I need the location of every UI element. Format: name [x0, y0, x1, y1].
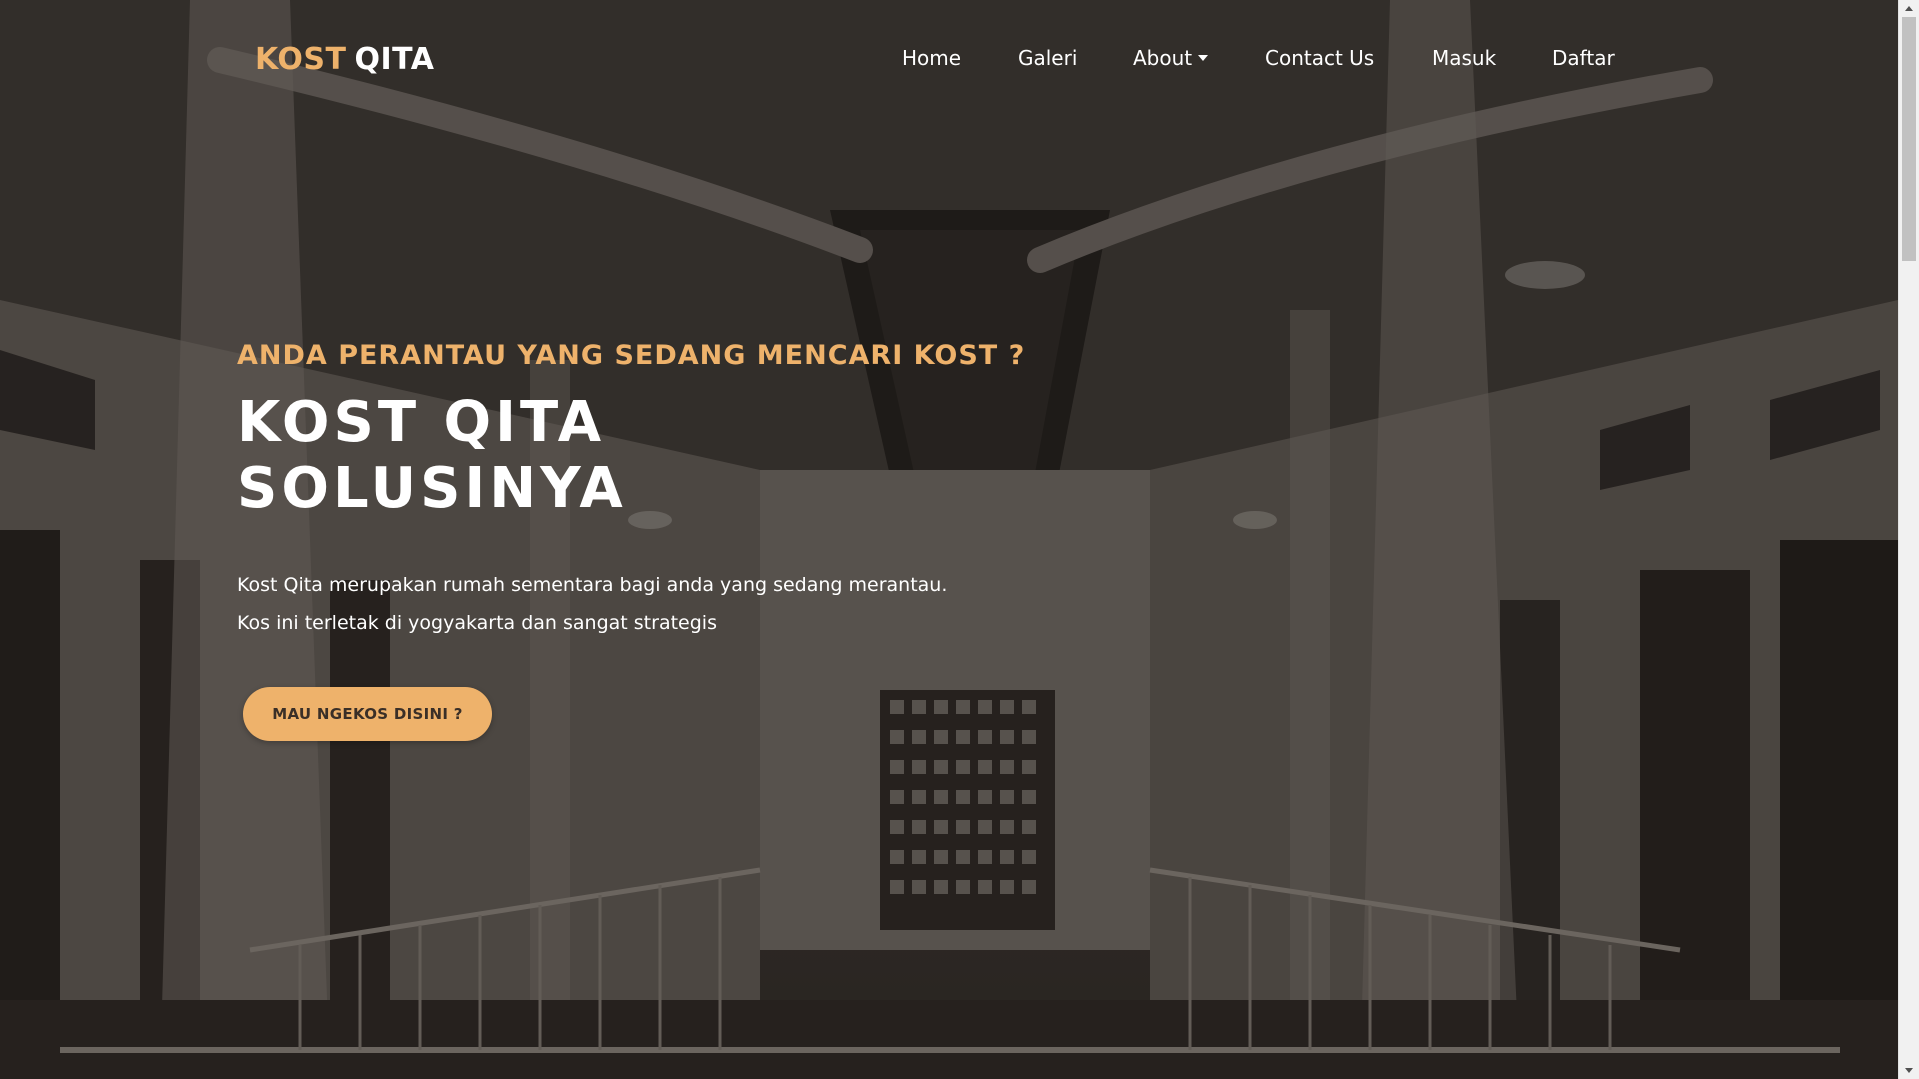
- page: KOST QITA Home Galeri About Contact Us Ma…: [0, 0, 1919, 1079]
- hero-kicker: ANDA PERANTAU YANG SEDANG MENCARI KOST ?: [237, 340, 1026, 371]
- scroll-down-button[interactable]: [1899, 1062, 1919, 1079]
- nav-link-home[interactable]: Home: [902, 46, 961, 70]
- hero-title-line-2: SOLUSINYA: [237, 456, 627, 521]
- hero-content: ANDA PERANTAU YANG SEDANG MENCARI KOST ?…: [237, 330, 1137, 642]
- nav-link-galeri[interactable]: Galeri: [1018, 46, 1077, 70]
- caret-down-icon: [1198, 55, 1209, 61]
- cta-button[interactable]: MAU NGEKOS DISINI ?: [243, 687, 492, 741]
- nav-links: Home Galeri About Contact Us Masuk Dafta…: [0, 46, 1898, 76]
- hero-title-line-1: KOST QITA: [237, 390, 606, 455]
- vertical-scrollbar[interactable]: [1898, 0, 1919, 1079]
- hero-description-line-2: Kos ini terletak di yogyakarta dan sanga…: [237, 612, 717, 634]
- navbar: KOST QITA Home Galeri About Contact Us Ma…: [0, 0, 1898, 120]
- scroll-up-button[interactable]: [1899, 0, 1919, 17]
- hero-description: Kost Qita merupakan rumah sementara bagi…: [237, 566, 1137, 642]
- nav-link-daftar[interactable]: Daftar: [1552, 46, 1615, 70]
- scroll-up-arrow-icon: [1905, 6, 1913, 11]
- hero-title: KOST QITA SOLUSINYA: [237, 390, 1137, 522]
- nav-link-about-dropdown[interactable]: About: [1133, 46, 1209, 70]
- scroll-down-arrow-icon: [1905, 1068, 1913, 1073]
- nav-link-masuk[interactable]: Masuk: [1432, 46, 1496, 70]
- hero-description-line-1: Kost Qita merupakan rumah sementara bagi…: [237, 574, 948, 596]
- nav-link-about-label: About: [1133, 46, 1193, 70]
- scrollbar-thumb[interactable]: [1902, 17, 1916, 261]
- nav-link-contact-us[interactable]: Contact Us: [1265, 46, 1374, 70]
